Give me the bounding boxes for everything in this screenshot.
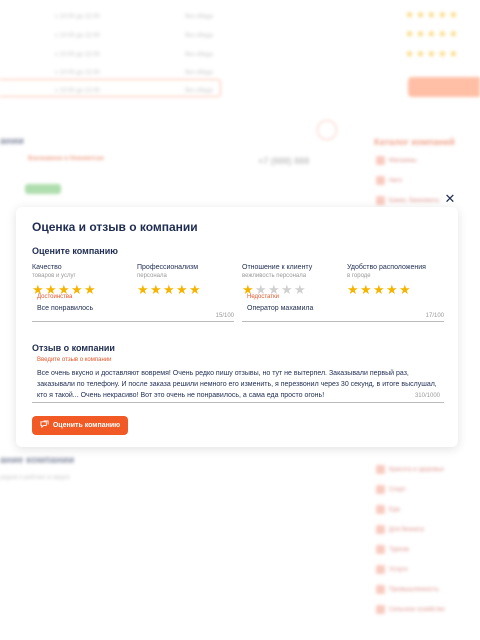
- pros-field[interactable]: Достоинства Все понравилось 15/100: [32, 294, 234, 322]
- company-name: Взонкавене в Новояктске: [28, 156, 104, 162]
- criterion-professionalism: Профессионализм персонала ★★★★★: [137, 263, 233, 296]
- criterion-desc: товаров и услуг: [32, 273, 76, 279]
- catalog-item: Авто: [376, 176, 402, 185]
- cons-label: Недостатки: [247, 294, 279, 300]
- modal-title: Оценка и отзыв о компании: [32, 220, 198, 234]
- close-icon[interactable]: ✕: [443, 192, 457, 206]
- review-counter: 310/1000: [414, 393, 440, 399]
- nearby-title: ание компании: [0, 455, 75, 466]
- criterion-desc: вежливость персонала: [242, 273, 307, 279]
- criterion-name: Профессионализм: [137, 264, 199, 271]
- criterion-attitude: Отношение к клиенту вежливость персонала…: [242, 263, 338, 296]
- criterion-desc: в городе: [347, 273, 371, 279]
- review-value[interactable]: Все очень вкусно и доставляют вовремя! О…: [37, 368, 441, 401]
- criterion-name: Отношение к клиенту: [242, 264, 313, 271]
- cons-field[interactable]: Недостатки Оператор махамила 17/100: [242, 294, 444, 322]
- cons-value[interactable]: Оператор махамила: [247, 305, 313, 312]
- schedule-row: с 10:00 до 22:00 без обеда: [55, 88, 213, 94]
- review-modal: Оценка и отзыв о компании Оцените компан…: [16, 207, 458, 447]
- nearby-desc: рядом и рейтинг в округе: [0, 475, 70, 481]
- rating-stars: ★★★★★: [405, 29, 460, 40]
- scroll-up-icon: [317, 120, 337, 140]
- company-phone: +7 (888) 888: [258, 156, 310, 166]
- pros-value[interactable]: Все понравилось: [37, 305, 93, 312]
- cons-counter: 17/100: [425, 313, 444, 319]
- review-textarea[interactable]: Введите отзыв о компании Все очень вкусн…: [32, 357, 444, 403]
- catalog-item: Сельское хозяйство: [376, 605, 445, 614]
- catalog-item: Для бизнеса: [376, 525, 424, 534]
- criterion-quality: Качество товаров и услуг ★★★★★: [32, 263, 128, 296]
- rate-company-bg-button: [408, 77, 480, 97]
- catalog-item: Еда: [376, 505, 400, 514]
- catalog-item: Промышленность: [376, 585, 439, 594]
- rate-company-button[interactable]: Оценить компанию: [32, 416, 128, 435]
- pros-counter: 15/100: [215, 313, 234, 319]
- criterion-name: Удобство расположения: [347, 264, 426, 271]
- review-heading: Отзыв о компании: [32, 343, 115, 353]
- chat-icon: [40, 420, 49, 431]
- review-label: Введите отзыв о компании: [37, 357, 112, 363]
- catalog-item: Услуги: [376, 565, 407, 574]
- catalog-item: Туризм: [376, 545, 409, 554]
- status-badge: [25, 184, 61, 194]
- catalog-item: Спорт: [376, 485, 406, 494]
- schedule-row: с 10:00 до 22:00 без обеда: [55, 52, 213, 58]
- criterion-location: Удобство расположения в городе ★★★★★: [347, 263, 443, 296]
- catalog-item: Красота и здоровье: [376, 465, 444, 474]
- criterion-desc: персонала: [137, 273, 167, 279]
- pros-label: Достоинства: [37, 294, 73, 300]
- criterion-name: Качество: [32, 264, 62, 271]
- catalog-item: Банки, банкоматы: [376, 196, 439, 205]
- rate-company-label: Оценить компанию: [52, 422, 121, 429]
- rating-stars: ★★★★★: [405, 10, 460, 21]
- schedule-row: с 10:00 до 22:00 без обеда: [55, 33, 213, 39]
- rate-heading: Оцените компанию: [32, 246, 118, 256]
- rating-stars: ★★★★★: [405, 49, 460, 60]
- catalog-item: Магазины: [376, 156, 416, 165]
- catalog-title: Каталог компаний: [374, 137, 455, 147]
- schedule-row: с 10:00 до 22:00 без обеда: [55, 14, 213, 20]
- section-title: ании: [0, 136, 24, 147]
